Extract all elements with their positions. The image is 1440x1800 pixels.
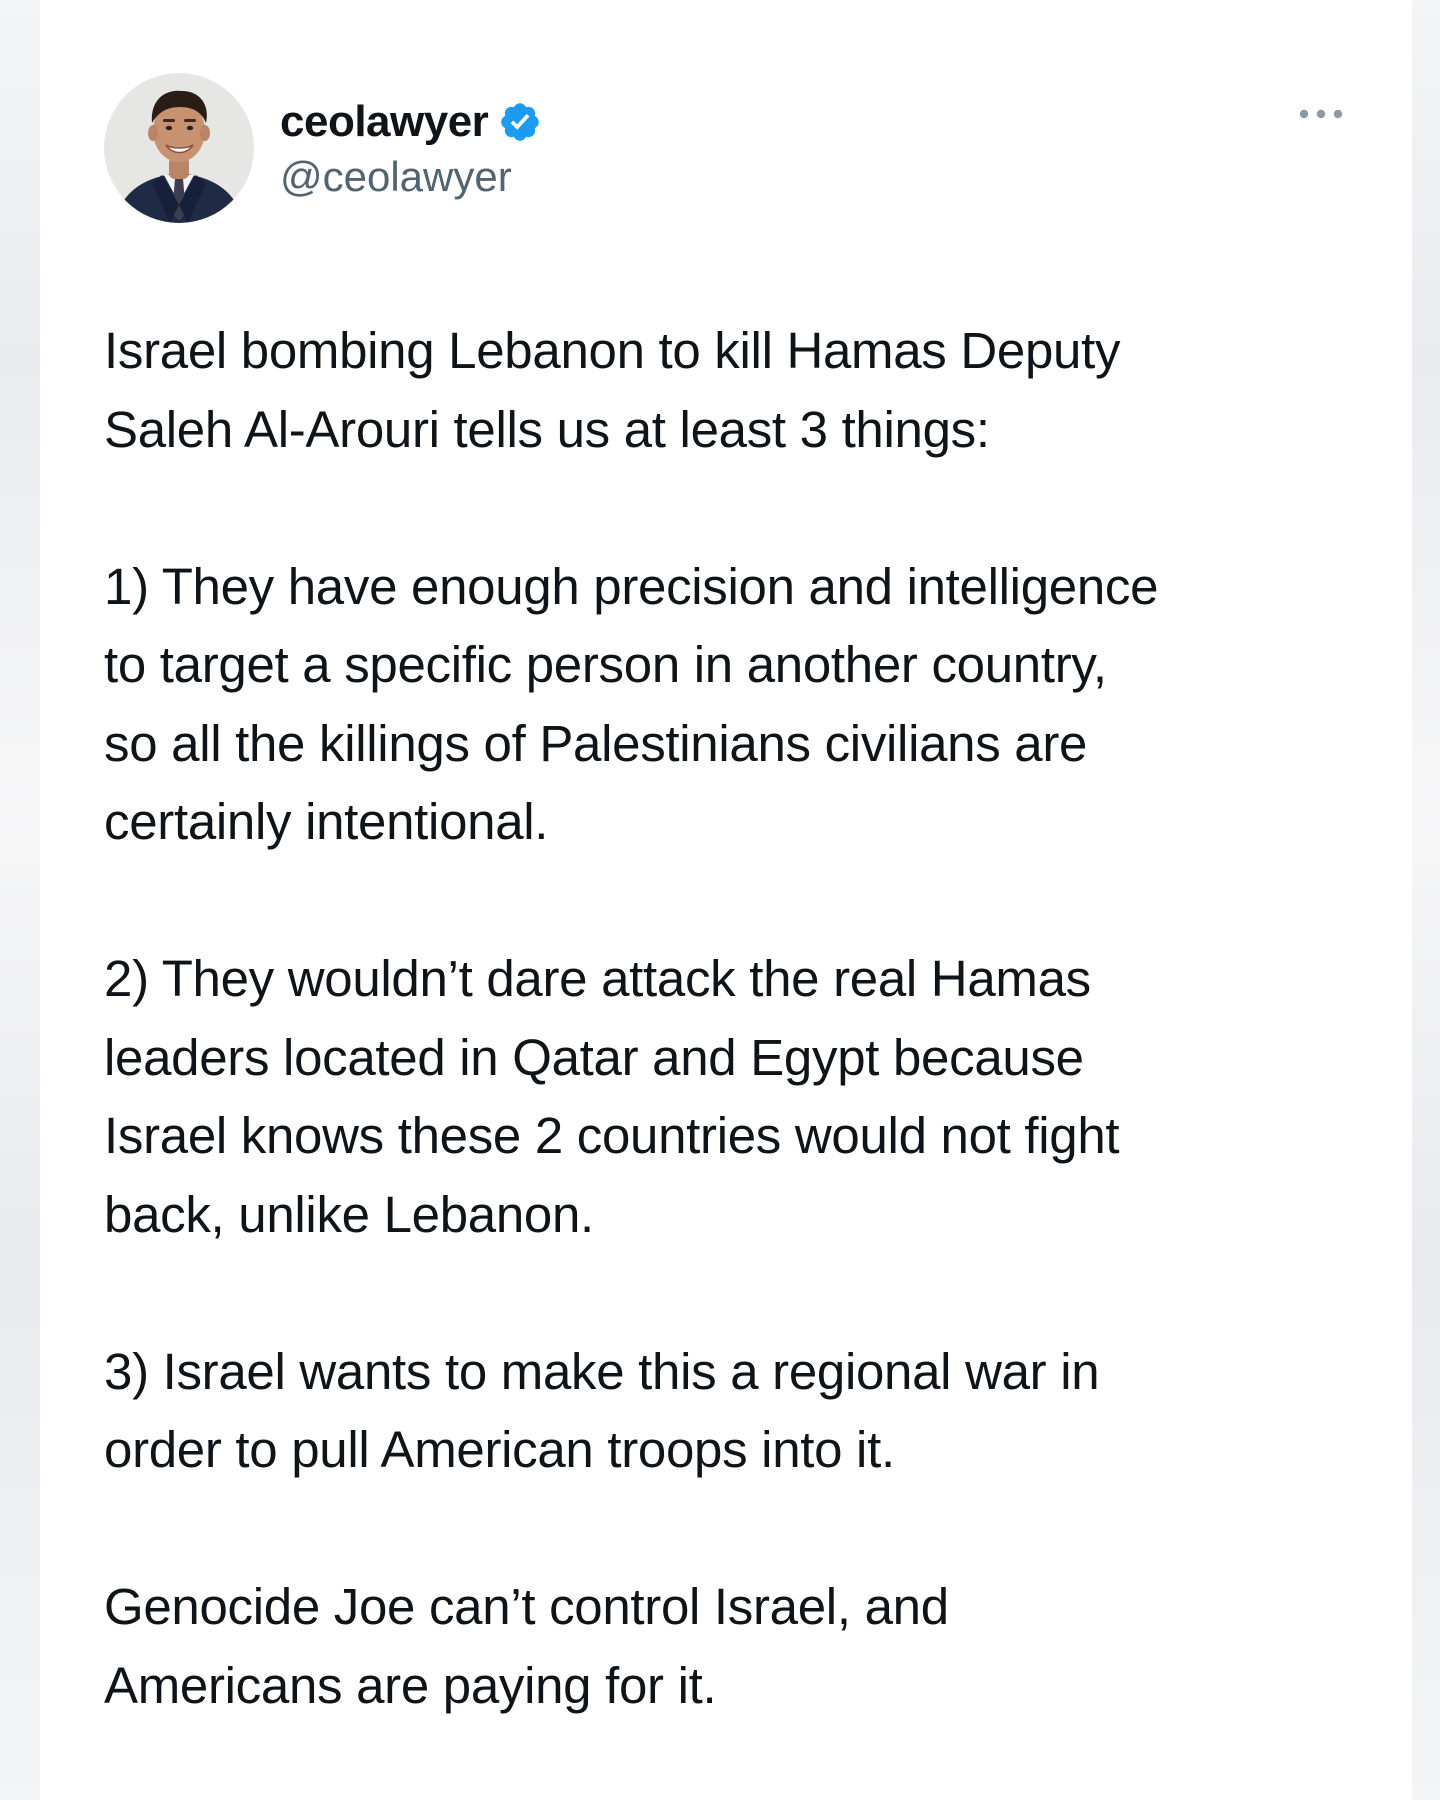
tweet-paragraph-point-1: 1) They have enough precision and intell… [104,557,1159,851]
background-strip-left [0,0,40,1800]
tweet-header: ceolawyer @ceolawyer [104,72,542,224]
verified-badge-icon[interactable] [498,100,542,144]
tweet-card: ceolawyer @ceolawyer Israel bombing Leba… [40,0,1412,1800]
tweet-paragraph-point-3: 3) Israel wants to make this a regional … [104,1342,1100,1479]
tweet-paragraph-point-2: 2) They wouldn’t dare attack the real Ha… [104,950,1120,1243]
tweet-text: Israel bombing Lebanon to kill Hamas Dep… [104,312,1344,1725]
display-name[interactable]: ceolawyer [280,97,489,147]
more-dots-icon[interactable] [1298,106,1344,122]
background-strip-right [1412,0,1440,1800]
name-row: ceolawyer [280,95,542,149]
author-handle[interactable]: @ceolawyer [280,153,542,201]
tweet-paragraph-conclusion: Genocide Joe can’t control Israel, and A… [104,1578,949,1714]
avatar-photo-icon [104,73,254,223]
author-identity: ceolawyer @ceolawyer [280,95,542,201]
avatar[interactable] [104,73,254,223]
tweet-paragraph-intro: Israel bombing Lebanon to kill Hamas Dep… [104,322,1121,458]
